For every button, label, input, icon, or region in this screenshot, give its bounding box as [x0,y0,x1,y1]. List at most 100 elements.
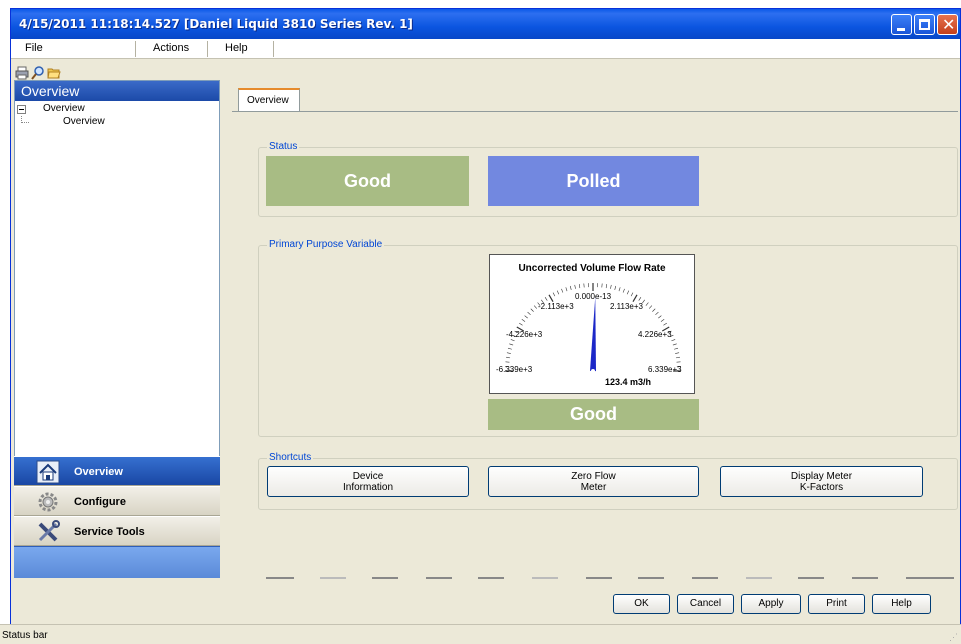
gauge-minor-tick [507,347,512,350]
gauge-major-tick [548,294,554,303]
communication-mode-indicator: Polled [488,156,699,206]
gauge-major-tick [632,294,638,303]
gauge-tick-label: -2.113e+3 [538,302,574,311]
gauge-minor-tick [674,347,679,350]
gauge-minor-tick [672,343,677,346]
gauge-tick-label: 4.226e+3 [638,330,672,339]
close-icon: ✕ [942,15,956,34]
minimize-icon [897,28,905,31]
display-meter-k-factors-button[interactable]: Display Meter K-Factors [720,466,923,497]
gauge-tick-label: 6.339e+3 [648,365,682,374]
gauge-minor-tick [618,287,621,292]
menu-actions[interactable]: Actions [153,42,189,54]
gauge-minor-tick [655,311,659,316]
tab-overview[interactable]: Overview [238,88,300,112]
gauge-minor-tick [622,288,625,293]
collapse-icon[interactable] [17,105,26,114]
menu-file[interactable]: File [25,42,43,54]
maximize-icon [919,19,930,30]
button-line: Information [342,482,394,493]
open-folder-icon[interactable] [47,66,61,80]
nav-service-tools-button[interactable]: Service Tools [14,516,220,546]
gauge-minor-tick [638,297,642,301]
tree-item-label: Overview [63,116,105,127]
status-bar-text: Status bar [2,630,48,641]
gauge-pivot [591,369,595,373]
status-bar: Status bar ⋰ [0,624,961,644]
gauge-minor-tick [561,288,564,293]
gauge-minor-tick [521,319,526,322]
button-line: Zero Flow [571,471,616,482]
gauge-tick-label: -6.339e+3 [496,365,533,374]
gauge-minor-tick [671,339,676,342]
resize-grip-icon[interactable]: ⋰ [949,632,959,642]
window-controls: ✕ [891,14,958,35]
gauge-minor-tick [509,343,514,346]
menu-separator [273,41,274,57]
menu-help[interactable]: Help [225,42,248,54]
print-icon[interactable] [15,66,29,80]
zero-flow-meter-button[interactable]: Zero Flow Meter [488,466,699,497]
nav-label: Configure [74,496,126,508]
nav-configure-button[interactable]: Configure [14,486,220,516]
gauge-minor-tick [626,290,630,295]
gauge-dial: 0.000e-13 -2.113e+3 2.113e+3 -4.226e+3 4… [496,283,682,387]
gauge-minor-tick [675,356,680,359]
gauge-minor-tick [569,285,572,290]
tools-icon [38,520,60,542]
gauge-minor-tick [578,284,581,289]
primary-variable-group-title: Primary Purpose Variable [267,239,385,250]
gauge-minor-tick [658,315,662,319]
gauge-minor-tick [530,308,534,312]
print-button[interactable]: Print [808,594,865,614]
gauge-minor-tick [544,297,548,301]
device-information-button[interactable]: Device Information [267,466,469,497]
gauge-minor-tick [660,319,665,322]
button-line: Device [352,471,384,482]
gauge-minor-tick [648,305,653,309]
gauge-tick-label: 0.000e-13 [575,292,612,301]
window-title: 4/15/2011 11:18:14.527 [Daniel Liquid 38… [19,17,413,31]
flow-rate-gauge: Uncorrected Volume Flow Rate 0.000e-13 -… [489,254,695,394]
close-button[interactable]: ✕ [937,14,958,35]
gauge-minor-tick [574,284,576,289]
measurement-quality-indicator: Good [488,399,699,430]
gauge-minor-tick [533,305,538,309]
maximize-button[interactable] [914,14,935,35]
minimize-button[interactable] [891,14,912,35]
tree-item-label: Overview [43,103,85,114]
menu-separator [207,41,208,57]
tree-connector [21,122,29,123]
cancel-button[interactable]: Cancel [677,594,734,614]
gauge-minor-tick [524,315,528,319]
gauge-minor-tick [519,322,523,326]
menu-separator [135,41,136,57]
navigation-header: Overview [15,81,219,101]
status-group-title: Status [267,141,300,152]
navigation-buttons: Overview Configure Service Tools [14,456,220,578]
gauge-minor-tick [610,284,612,289]
gauge-minor-tick [527,311,531,316]
gauge-minor-tick [506,352,511,354]
tree-item-root[interactable]: Overview [15,103,219,116]
gauge-tick-label: 2.113e+3 [610,302,644,311]
button-line: K-Factors [799,482,844,493]
nav-overview-button[interactable]: Overview [14,456,220,486]
help-button[interactable]: Help [872,594,931,614]
ok-button[interactable]: OK [613,594,670,614]
gauge-minor-tick [630,292,634,297]
gauge-minor-tick [663,322,667,326]
apply-button[interactable]: Apply [741,594,801,614]
gauge-needle [590,297,596,372]
tree-item-child[interactable]: Overview [15,116,219,129]
button-line: Display Meter [790,471,853,482]
gauge-minor-tick [614,285,617,290]
shortcuts-group-title: Shortcuts [267,452,314,463]
navigation-footer [14,546,220,578]
gauge-minor-tick [605,284,608,289]
nav-label: Overview [74,466,123,478]
find-icon[interactable] [31,66,45,80]
overview-tree: Overview Overview [15,101,219,131]
separator-line [266,577,956,579]
title-bar[interactable]: 4/15/2011 11:18:14.527 [Daniel Liquid 38… [11,9,960,39]
